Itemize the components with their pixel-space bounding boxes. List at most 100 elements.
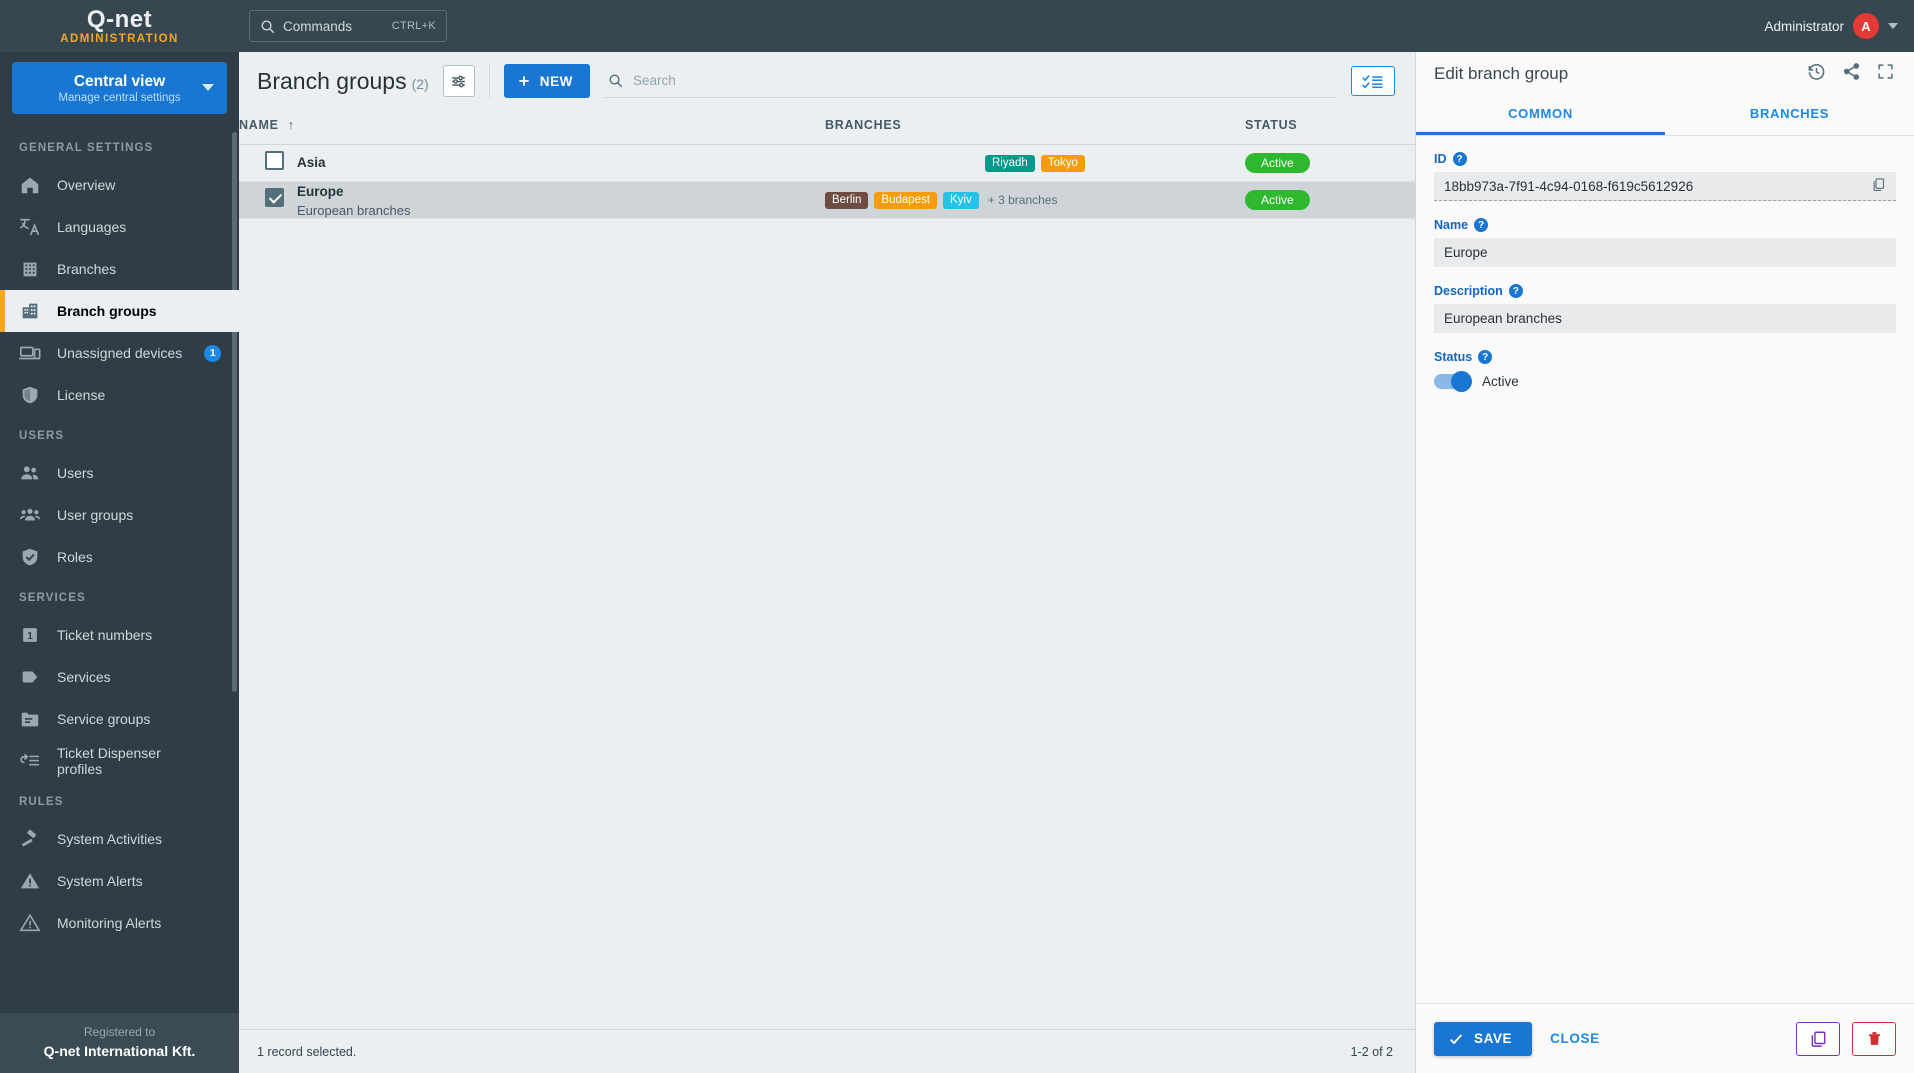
sidebar-item-label: Ticket Dispenser profiles [57,745,161,777]
sidebar-item-label: Roles [57,549,93,565]
sidebar-item-label: Languages [57,219,127,235]
main-toolbar: Branch groups (2) NEW [239,52,1415,110]
central-view-selector[interactable]: Central view Manage central settings [12,62,227,114]
sort-ascending-icon: ↑ [287,118,295,132]
search-input[interactable] [633,73,1337,88]
delete-button[interactable] [1852,1021,1896,1056]
sidebar-item-license[interactable]: License [0,374,239,416]
building-icon [19,258,41,280]
status-badge: Active [1245,190,1310,210]
translate-icon [19,216,41,238]
sidebar-item-branches[interactable]: Branches [0,248,239,290]
column-header-status[interactable]: STATUS [1245,110,1415,145]
home-icon [19,174,41,196]
sidebar-item-roles[interactable]: Roles [0,536,239,578]
user-name: Administrator [1764,18,1844,34]
help-icon[interactable]: ? [1478,350,1493,364]
row-checkbox[interactable] [239,151,297,175]
user-group-icon [19,504,41,526]
sidebar-item-user-groups[interactable]: User groups [0,494,239,536]
sidebar-item-label: Service groups [57,711,151,727]
new-button-label: NEW [539,73,574,89]
table-row[interactable]: Europe European branches Berlin Budapest Kyi… [239,181,1415,219]
column-header-name-label: NAME [239,118,279,132]
row-description: European branches [297,202,411,218]
tab-branches[interactable]: BRANCHES [1665,96,1914,135]
search-box[interactable] [604,64,1337,98]
status-toggle[interactable] [1434,371,1472,392]
select-mode-button[interactable] [1351,66,1395,96]
folder-icon [19,708,41,730]
field-description-input[interactable]: European branches [1434,304,1896,333]
page-title: Branch groups [257,67,407,94]
cell-name: Asia [239,145,825,182]
registered-label: Registered to [83,1025,156,1039]
save-button[interactable]: SAVE [1434,1021,1533,1056]
toolbar-divider [488,64,490,98]
branch-chip[interactable]: Tokyo [1040,154,1085,172]
commands-shortcut: CTRL+K [391,20,436,32]
help-icon[interactable]: ? [1508,284,1523,298]
user-menu[interactable]: Administrator A [1764,13,1914,39]
field-id-value-box: 18bb973a-7f91-4c94-0168-f619c5612926 [1434,172,1896,201]
history-button[interactable] [1807,62,1826,86]
toggle-knob [1451,371,1472,392]
column-header-branches[interactable]: BRANCHES [825,110,1245,145]
sidebar-item-label: System Activities [57,831,163,847]
sidebar-item-ticket-dispenser-profiles[interactable]: Ticket Dispenser profiles [0,740,239,782]
branch-chip[interactable]: Riyadh [985,154,1035,172]
sidebar-section-users: USERS [19,430,65,442]
brand-logo: Q-net ADMINISTRATION [0,0,239,52]
panel-actions: SAVE CLOSE [1416,1003,1914,1073]
field-description: Description ? European branches [1434,284,1896,333]
sidebar-section-rules: RULES [19,796,64,808]
tag-icon [19,666,41,688]
sidebar-item-service-groups[interactable]: Service groups [0,698,239,740]
sidebar-item-label: User groups [57,507,134,523]
new-button[interactable]: NEW [503,64,591,98]
sidebar-item-languages[interactable]: Languages [0,206,239,248]
help-icon[interactable]: ? [1474,218,1489,232]
search-icon [261,20,275,33]
sidebar-item-label: Monitoring Alerts [57,915,162,931]
sidebar-item-label: Users [57,465,94,481]
cell-branches: Riyadh Tokyo [825,145,1245,182]
close-button[interactable]: CLOSE [1550,1031,1600,1046]
sidebar-item-unassigned-devices[interactable]: Unassigned devices 1 [0,332,239,374]
check-icon [1450,1033,1463,1044]
sidebar-item-services[interactable]: Services [0,656,239,698]
field-name-label: Name ? [1434,218,1896,232]
checkbox-box [265,151,284,170]
sidebar-item-system-alerts[interactable]: System Alerts [0,860,239,902]
share-button[interactable] [1842,62,1861,86]
duplicate-button[interactable] [1796,1021,1840,1056]
field-name-label-text: Name [1434,218,1469,232]
plus-icon [519,76,529,86]
devices-icon [19,342,41,364]
fullscreen-button[interactable] [1877,63,1894,85]
row-checkbox[interactable] [239,188,297,212]
branch-chip[interactable]: Budapest [874,191,938,209]
sidebar-item-users[interactable]: Users [0,452,239,494]
copy-button[interactable] [1871,177,1886,195]
tab-common[interactable]: COMMON [1416,96,1665,135]
commands-label: Commands [283,18,353,34]
sidebar-item-overview[interactable]: Overview [0,164,239,206]
column-header-name[interactable]: NAME ↑ [239,110,825,145]
table-header-row: NAME ↑ BRANCHES STATUS [239,110,1415,145]
filter-settings-button[interactable] [442,65,475,97]
field-status: Status ? Active [1434,350,1896,392]
branch-chip[interactable]: Kyiv [943,191,979,209]
sidebar-nav: GENERAL SETTINGS Overview Languages Branche… [0,122,239,1013]
branch-chip[interactable]: Berlin [825,191,869,209]
sidebar: Central view Manage central settings GEN… [0,52,239,1073]
sidebar-item-branch-groups[interactable]: Branch groups [0,290,239,332]
sidebar-item-system-activities[interactable]: System Activities [0,818,239,860]
help-icon[interactable]: ? [1452,152,1467,166]
sidebar-item-label: Services [57,669,111,685]
commands-search-box[interactable]: Commands CTRL+K [249,10,447,42]
table-row[interactable]: Asia Riyadh Tokyo Active [239,145,1415,182]
field-name-input[interactable]: Europe [1434,238,1896,267]
sidebar-item-monitoring-alerts[interactable]: Monitoring Alerts [0,902,239,944]
sidebar-item-ticket-numbers[interactable]: 1 Ticket numbers [0,614,239,656]
